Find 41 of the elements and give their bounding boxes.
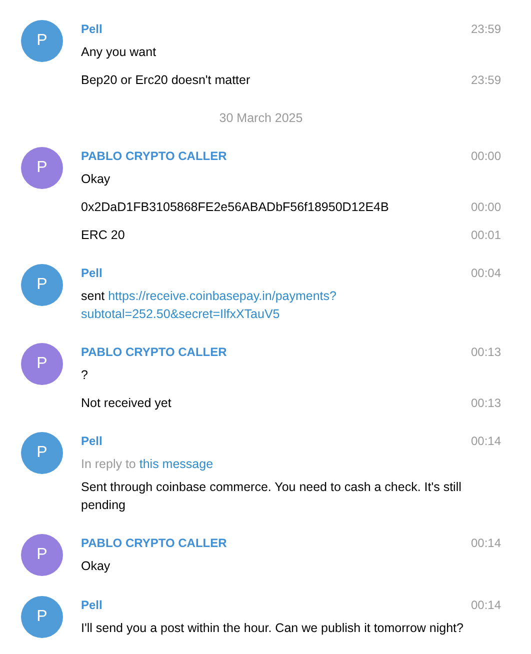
sender-name: Pell (81, 597, 102, 614)
message-text: 0x2DaD1FB3105868FE2e56ABADbF56f18950D12E4B (81, 199, 389, 216)
avatar: P (21, 264, 63, 306)
message-time: 00:13 (470, 395, 501, 412)
message-text: ? (81, 367, 88, 384)
avatar: P (21, 20, 63, 62)
message-text: Okay (81, 558, 110, 575)
message-time: 23:59 (470, 72, 501, 89)
message-text: Any you want (81, 44, 156, 61)
message-link[interactable]: https://receive.coinbasepay.in/payments? (108, 289, 336, 303)
message-time: 00:00 (470, 148, 501, 165)
message-time: 00:14 (470, 433, 501, 450)
avatar: P (21, 432, 63, 474)
message-text: ERC 20 (81, 227, 125, 244)
message-time: 00:04 (470, 265, 501, 282)
reply-link[interactable]: this message (139, 457, 214, 471)
message-link[interactable]: subtotal=252.50&secret=IlfxXTauV5 (81, 305, 280, 323)
sender-name: Pell (81, 265, 102, 282)
message-time: 00:13 (470, 344, 501, 361)
message-text: I'll send you a post within the hour. Can we publish it tomorrow night? (81, 620, 464, 637)
avatar: P (21, 534, 63, 576)
sender-name: PABLO CRYPTO CALLER (81, 535, 227, 552)
message-text: Bep20 or Erc20 doesn't matter (81, 72, 250, 89)
message-text: Not received yet (81, 395, 172, 412)
message-time: 23:59 (470, 21, 501, 38)
sender-name: Pell (81, 21, 102, 38)
sender-name: PABLO CRYPTO CALLER (81, 148, 227, 165)
avatar: P (21, 596, 63, 638)
message-text: Sent through coinbase commerce. You need to cash a check. It's still pending (81, 479, 462, 514)
avatar: P (21, 147, 63, 189)
sender-name: PABLO CRYPTO CALLER (81, 344, 227, 361)
message-time: 00:01 (470, 227, 501, 244)
avatar: P (21, 343, 63, 385)
message-time: 00:14 (470, 597, 501, 614)
message-text: Okay (81, 171, 110, 188)
reply-label: In reply to (81, 457, 137, 471)
date-separator: 30 March 2025 (219, 110, 303, 127)
message-time: 00:14 (470, 535, 501, 552)
message-time: 00:00 (470, 199, 501, 216)
message-text: sent (81, 289, 106, 303)
sender-name: Pell (81, 433, 102, 450)
